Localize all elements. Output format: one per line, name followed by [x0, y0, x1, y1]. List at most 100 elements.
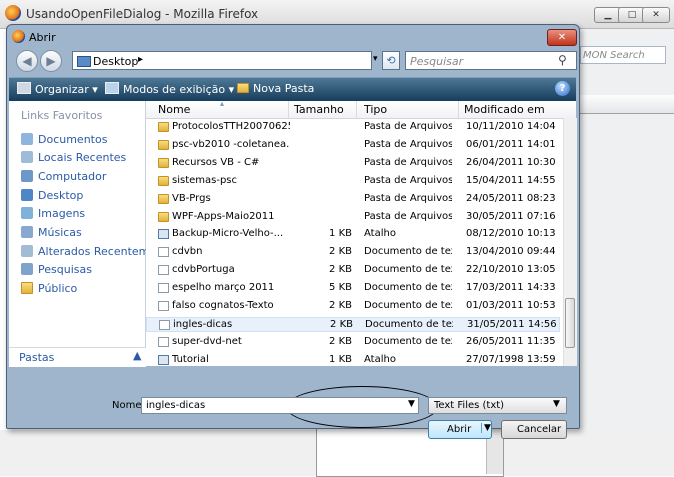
refresh-button[interactable]: ⟲: [382, 51, 400, 70]
sidebar-item-alterados-recentemente[interactable]: Alterados Recentem...: [21, 245, 160, 258]
column-separator[interactable]: [356, 101, 357, 118]
file-row[interactable]: sistemas-psc Pasta de Arquivos 15/04/2011 …: [146, 174, 560, 189]
dialog-search-input[interactable]: Pesquisar ⚲: [405, 51, 577, 70]
file-name: ProtocolosTTH20070625: [172, 121, 290, 132]
address-location[interactable]: Desktop: [93, 55, 138, 68]
folders-toggle[interactable]: Pastas ▲: [9, 347, 146, 367]
folder-icon: [237, 83, 249, 93]
sidebar-item-label: Computador: [38, 170, 107, 183]
favorites-header: Links Favoritos: [21, 109, 103, 122]
file-modified: 13/04/2010 09:44: [466, 246, 556, 258]
file-modified: 31/05/2011 14:56: [467, 318, 557, 330]
file-list-header: Nome ▴ Tamanho Tipo Modificado em: [146, 99, 576, 119]
file-name: espelho março 2011: [172, 282, 275, 294]
file-modified: 27/07/1998 13:59: [466, 353, 556, 365]
text-file-icon: [159, 319, 170, 330]
new-folder-button[interactable]: Nova Pasta: [237, 82, 314, 95]
sidebar-item-imagens[interactable]: Imagens: [21, 207, 85, 220]
file-list-scrollbar[interactable]: [563, 118, 577, 366]
file-type: Pasta de Arquivos: [364, 192, 452, 204]
file-type: Documento de tex...: [364, 335, 452, 347]
file-row[interactable]: falso cognatos-Texto 2 KB Documento de tex…: [146, 299, 560, 314]
filename-value[interactable]: ingles-dicas: [146, 400, 205, 411]
open-button[interactable]: Abrir ▼: [428, 420, 492, 439]
file-size: 2 KB: [330, 318, 353, 330]
forward-button[interactable]: ▶: [40, 50, 62, 72]
sidebar-item-label: Desktop: [38, 189, 84, 202]
open-button-label: Abrir: [447, 424, 472, 435]
column-separator[interactable]: [288, 101, 289, 118]
navigation-bar: ◀ ▶ Desktop ▸ ▾ ⟲ Pesquisar ⚲: [8, 48, 578, 74]
browser-close-button[interactable]: ✕: [642, 7, 670, 23]
pictures-icon: [21, 207, 33, 219]
text-file-icon: [158, 283, 169, 294]
folders-label: Pastas: [19, 351, 55, 364]
file-size: 1 KB: [329, 353, 352, 365]
file-row[interactable]: ProtocolosTTH20070625 Pasta de Arquivos 10…: [146, 120, 560, 135]
file-row[interactable]: Recursos VB - C# Pasta de Arquivos 26/04/2…: [146, 156, 560, 171]
sidebar-item-documentos[interactable]: Documentos: [21, 133, 107, 146]
address-bar[interactable]: Desktop ▸: [72, 51, 372, 70]
back-button[interactable]: ◀: [16, 50, 38, 72]
file-row[interactable]: psc-vb2010 -coletanea... Pasta de Arquivo…: [146, 138, 560, 153]
file-row[interactable]: super-dvd-net 2 KB Documento de tex... 26/0…: [146, 335, 560, 350]
filename-input[interactable]: ingles-dicas ▼: [141, 397, 419, 414]
chevron-down-icon[interactable]: ▼: [481, 423, 491, 433]
sidebar-item-computador[interactable]: Computador: [21, 170, 106, 183]
filename-label: Nome:: [112, 400, 145, 411]
sidebar-item-pesquisas[interactable]: Pesquisas: [21, 263, 92, 276]
folder-icon: [158, 157, 169, 168]
file-row[interactable]: cdvbn 2 KB Documento de tex... 13/04/2010 0…: [146, 245, 560, 260]
sidebar-item-label: Locais Recentes: [38, 151, 127, 164]
column-separator[interactable]: [458, 101, 459, 118]
column-header-size[interactable]: Tamanho: [294, 103, 344, 116]
sidebar-item-musicas[interactable]: Músicas: [21, 226, 82, 239]
text-file-icon: [158, 301, 169, 311]
sidebar-item-locais-recentes[interactable]: Locais Recentes: [21, 151, 126, 164]
file-modified: 06/01/2011 14:01: [466, 138, 556, 150]
sidebar-item-publico[interactable]: Público: [21, 282, 77, 295]
sidebar-item-label: Pesquisas: [38, 263, 92, 276]
documents-icon: [21, 133, 33, 145]
file-name: cdvbPortuga: [172, 264, 235, 276]
scrollbar-thumb[interactable]: [565, 298, 575, 348]
desktop-icon: [77, 56, 91, 67]
search-icon[interactable]: ⚲: [558, 53, 567, 67]
file-row[interactable]: Tutorial 1 KB Atalho 27/07/1998 13:59: [146, 353, 560, 368]
file-type: Pasta de Arquivos: [364, 210, 452, 222]
file-row[interactable]: WPF-Apps-Maio2011 Pasta de Arquivos 30/05/…: [146, 210, 560, 225]
cancel-button[interactable]: Cancelar: [501, 420, 567, 439]
organize-button[interactable]: Organizar ▾: [17, 82, 98, 96]
file-type-select[interactable]: Text Files (txt) ▼: [428, 397, 567, 414]
folder-icon: [158, 175, 169, 186]
text-file-icon: [158, 265, 169, 276]
file-type-value: Text Files (txt): [434, 400, 505, 411]
dialog-close-button[interactable]: ✕: [547, 29, 577, 46]
file-modified: 17/03/2011 14:33: [466, 282, 556, 294]
sidebar-item-desktop[interactable]: Desktop: [21, 189, 83, 202]
column-header-type[interactable]: Tipo: [364, 103, 387, 116]
file-type: Pasta de Arquivos: [364, 174, 452, 186]
file-row[interactable]: Backup-Micro-Velho-... 1 KB Atalho 08/12/20…: [146, 227, 560, 242]
help-icon[interactable]: ?: [555, 81, 570, 96]
file-modified: 22/10/2010 13:05: [466, 264, 556, 276]
address-chevron[interactable]: ▸: [138, 54, 143, 65]
file-type: Documento de tex...: [364, 264, 452, 276]
column-header-name[interactable]: Nome: [158, 103, 190, 116]
file-size: 2 KB: [329, 264, 352, 276]
browser-search-input[interactable]: MON Search: [580, 46, 666, 64]
file-row[interactable]: ingles-dicas 2 KB Documento de tex... 31/05…: [146, 316, 560, 332]
file-name: falso cognatos-Texto: [172, 300, 274, 311]
file-name: psc-vb2010 -coletanea...: [172, 138, 290, 150]
text-file-icon: [158, 247, 169, 258]
chevron-down-icon: ▼: [553, 399, 560, 409]
file-type: Atalho: [364, 228, 396, 240]
dialog-toolbar: Organizar ▾ Modos de exibição ▾ Nova Pas…: [9, 77, 576, 101]
file-type: Atalho: [364, 353, 396, 365]
file-row[interactable]: espelho março 2011 5 KB Documento de tex..…: [146, 281, 560, 296]
file-row[interactable]: VB-Prgs Pasta de Arquivos 24/05/2011 08:23: [146, 192, 560, 207]
column-header-modified[interactable]: Modificado em: [464, 103, 545, 116]
views-button[interactable]: Modos de exibição ▾: [105, 82, 234, 96]
file-row[interactable]: cdvbPortuga 2 KB Documento de tex... 22/10/…: [146, 263, 560, 278]
chevron-down-icon[interactable]: ▼: [408, 399, 415, 409]
